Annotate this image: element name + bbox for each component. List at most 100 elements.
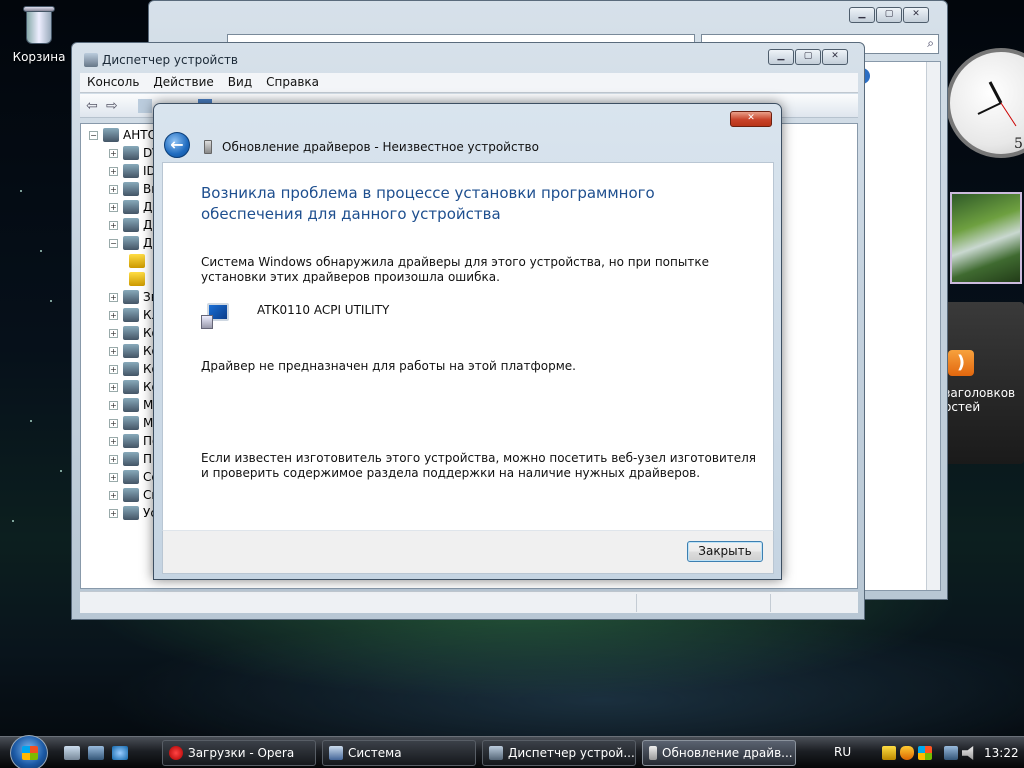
driver-update-icon xyxy=(649,746,657,760)
drive-icon xyxy=(123,218,139,232)
manufacturer-hint: Если известен изготовитель этого устройс… xyxy=(201,451,757,480)
tree-item[interactable]: + Ви xyxy=(109,180,159,198)
menu-console[interactable]: Консоль xyxy=(80,73,146,92)
computer-icon xyxy=(123,326,139,340)
tree-item[interactable]: + Ко xyxy=(109,324,159,342)
clock-face-icon: 2 3 4 5 xyxy=(946,48,1024,158)
start-button[interactable] xyxy=(10,735,48,768)
taskbar-item-device-manager[interactable]: Диспетчер устрой... xyxy=(482,740,636,766)
ide-controller-icon xyxy=(123,164,139,178)
windows-update-icon[interactable] xyxy=(918,746,932,760)
error-message: Система Windows обнаружила драйверы для … xyxy=(201,255,709,284)
maximize-button[interactable]: ▢ xyxy=(795,49,821,65)
close-button[interactable]: ✕ xyxy=(903,7,929,23)
network-adapter-icon xyxy=(123,470,139,484)
dialog-footer: Закрыть xyxy=(162,530,774,574)
usb-connector-icon xyxy=(123,380,139,394)
menu-view[interactable]: Вид xyxy=(221,73,259,92)
slideshow-gadget[interactable] xyxy=(950,192,1022,284)
windows-logo-icon xyxy=(22,746,38,760)
search-icon: ⌕ xyxy=(927,36,934,50)
menu-bar: Консоль Действие Вид Справка xyxy=(80,73,858,93)
dialog-content: Возникла проблема в процессе установки п… xyxy=(162,162,774,530)
tree-item-unknown-device[interactable] xyxy=(129,270,149,288)
properties-icon[interactable] xyxy=(138,99,152,113)
video-adapter-icon xyxy=(123,182,139,196)
device-manager-icon xyxy=(84,53,98,67)
keyboard-icon xyxy=(123,308,139,322)
maximize-button[interactable]: ▢ xyxy=(876,7,902,23)
close-button[interactable]: ✕ xyxy=(822,49,848,65)
unknown-device-icon xyxy=(123,236,139,250)
minimize-button[interactable]: ▁ xyxy=(768,49,794,65)
volume-icon[interactable] xyxy=(962,746,974,760)
menu-action[interactable]: Действие xyxy=(146,73,220,92)
driver-update-dialog[interactable]: ✕ ← Обновление драйверов - Неизвестное у… xyxy=(153,103,782,580)
show-desktop-icon[interactable] xyxy=(64,746,80,760)
opera-icon xyxy=(169,746,183,760)
system-devices-icon xyxy=(123,488,139,502)
tree-root[interactable]: − АНТО xyxy=(89,126,157,144)
forward-arrow-icon[interactable]: ⇨ xyxy=(106,99,120,113)
taskbar-item-opera[interactable]: Загрузки - Opera xyxy=(162,740,316,766)
dvd-drive-icon xyxy=(123,146,139,160)
tree-item-unknown-device[interactable] xyxy=(129,252,149,270)
controller-icon xyxy=(123,344,139,358)
device-tray-icon[interactable] xyxy=(882,746,896,760)
switch-windows-icon[interactable] xyxy=(88,746,104,760)
tree-item[interactable]: + ID xyxy=(109,162,156,180)
device-icon xyxy=(201,301,233,331)
usb-hub-icon xyxy=(123,362,139,376)
dialog-title: Обновление драйверов - Неизвестное устро… xyxy=(222,140,539,154)
tree-item[interactable]: + По xyxy=(109,432,159,450)
tree-item[interactable]: + Ко xyxy=(109,342,159,360)
window-controls: ▁ ▢ ✕ xyxy=(849,7,929,23)
monitor-icon xyxy=(123,398,139,412)
tree-item[interactable]: + Си xyxy=(109,486,159,504)
scrollbar[interactable] xyxy=(926,62,940,590)
taskbar: Загрузки - Opera Система Диспетчер устро… xyxy=(0,735,1024,768)
processor-icon xyxy=(123,452,139,466)
internet-explorer-icon[interactable] xyxy=(112,746,128,760)
close-button[interactable]: ✕ xyxy=(730,111,772,127)
window-controls: ▁ ▢ ✕ xyxy=(768,49,848,65)
feed-text: заголовков остей xyxy=(944,386,1016,414)
mouse-icon xyxy=(123,416,139,430)
rss-icon: ) xyxy=(948,350,974,376)
taskbar-item-system[interactable]: Система xyxy=(322,740,476,766)
clock-number: 5 xyxy=(1014,136,1023,152)
feed-headlines-gadget[interactable]: ) заголовков остей xyxy=(942,302,1024,464)
tree-item[interactable]: + Ко xyxy=(109,360,159,378)
speaker-icon xyxy=(123,290,139,304)
tree-item[interactable]: + Зв xyxy=(109,288,158,306)
status-bar xyxy=(80,591,858,613)
usb-device-icon xyxy=(204,140,212,154)
warning-device-icon xyxy=(129,254,145,268)
system-clock[interactable]: 13:22 xyxy=(984,746,1019,760)
recycle-bin-icon xyxy=(22,4,56,46)
tree-item[interactable]: + Се xyxy=(109,468,159,486)
tree-item[interactable]: + Кл xyxy=(109,306,159,324)
minimize-button[interactable]: ▁ xyxy=(849,7,875,23)
taskbar-item-driver-update[interactable]: Обновление драйв... xyxy=(642,740,796,766)
language-indicator[interactable]: RU xyxy=(834,745,851,759)
platform-error: Драйвер не предназначен для работы на эт… xyxy=(201,359,576,373)
tree-item[interactable]: + Ус xyxy=(109,504,157,522)
close-dialog-button[interactable]: Закрыть xyxy=(687,541,763,562)
disk-drive-icon xyxy=(123,200,139,214)
port-icon xyxy=(123,434,139,448)
tree-item[interactable]: + Ко xyxy=(109,378,159,396)
recycle-bin-label: Корзина xyxy=(12,50,66,64)
clock-gadget[interactable]: 2 3 4 5 xyxy=(946,48,1024,158)
recycle-bin-shortcut[interactable]: Корзина xyxy=(10,4,68,64)
back-arrow-icon[interactable]: ⇦ xyxy=(86,99,100,113)
security-shield-icon[interactable] xyxy=(900,746,914,760)
network-icon[interactable] xyxy=(944,746,958,760)
error-heading: Возникла проблема в процессе установки п… xyxy=(201,184,655,223)
menu-help[interactable]: Справка xyxy=(259,73,326,92)
devices-icon xyxy=(123,506,139,520)
device-manager-icon xyxy=(489,746,503,760)
back-button[interactable]: ← xyxy=(164,132,190,158)
warning-device-icon xyxy=(129,272,145,286)
windows-sidebar: 2 3 4 5 ) заголовков остей xyxy=(940,0,1024,736)
